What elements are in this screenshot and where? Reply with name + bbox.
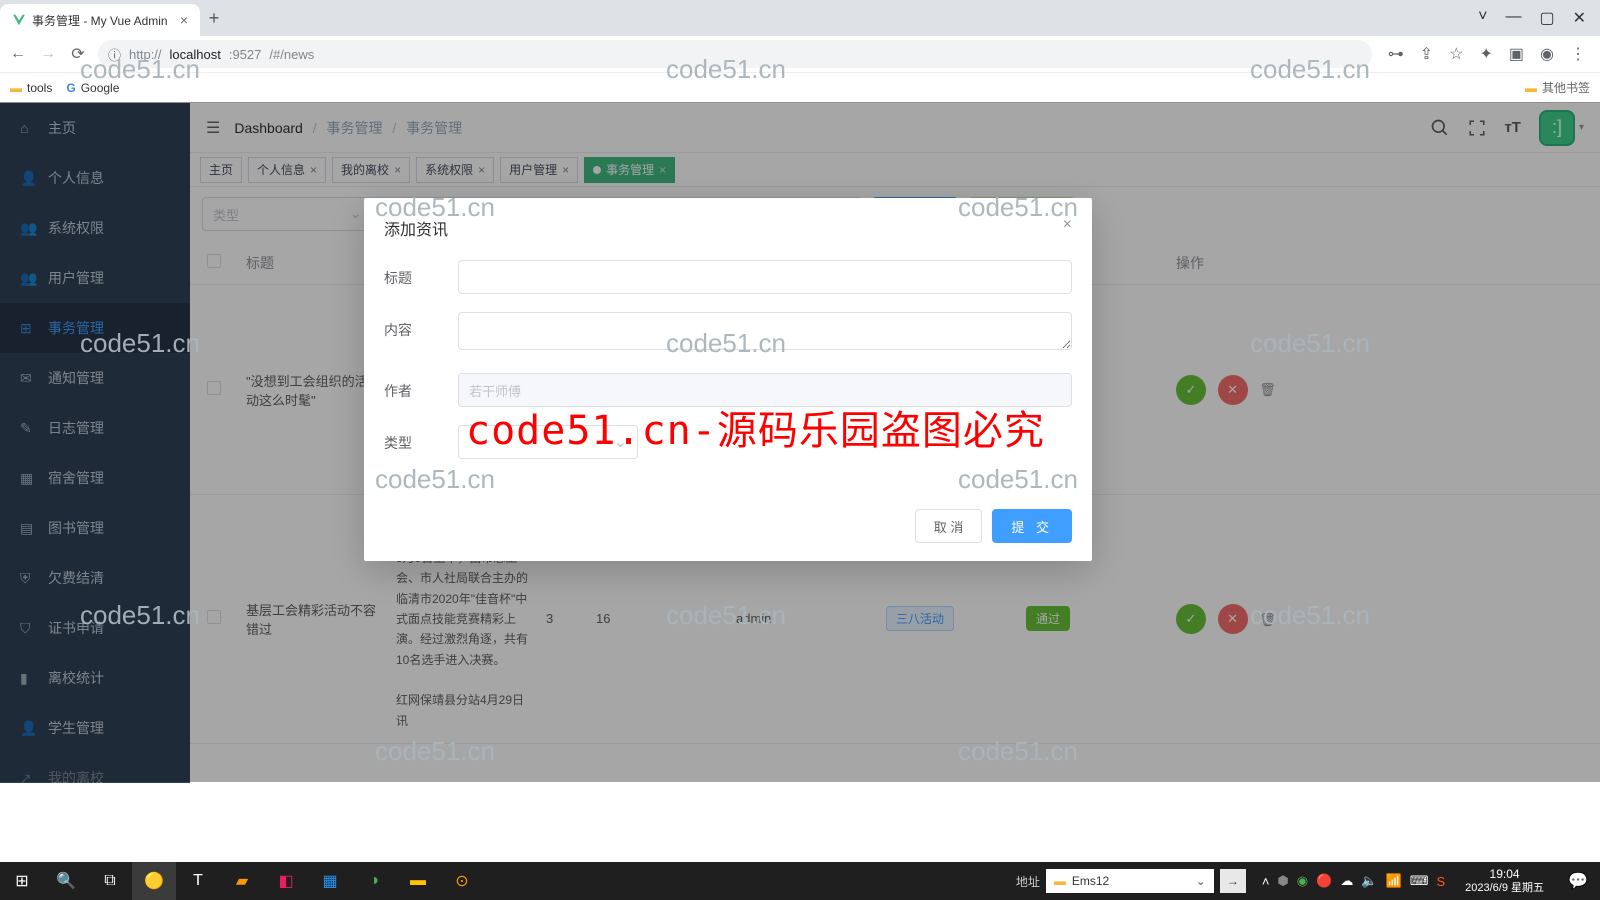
- folder-icon: ▬: [10, 81, 22, 95]
- calendar-icon[interactable]: ▦: [308, 862, 352, 900]
- addr-label: 地址: [1016, 873, 1040, 890]
- start-button[interactable]: ⊞: [0, 862, 44, 900]
- search-taskbar-icon[interactable]: 🔍: [44, 862, 88, 900]
- google-icon: G: [66, 81, 75, 95]
- menu-icon[interactable]: ⋮: [1570, 44, 1586, 64]
- folder-icon: ▬: [1525, 81, 1537, 95]
- share-icon[interactable]: ⇪: [1420, 44, 1433, 64]
- ime-icon[interactable]: ⌨: [1410, 873, 1429, 889]
- go-button[interactable]: →: [1220, 869, 1246, 893]
- reload-icon[interactable]: ⟳: [68, 44, 88, 64]
- profile-icon[interactable]: ◉: [1540, 44, 1554, 64]
- volume-icon[interactable]: 🔈: [1361, 873, 1377, 889]
- extensions-icon[interactable]: ✦: [1480, 44, 1493, 64]
- close-window-icon[interactable]: ✕: [1573, 8, 1586, 28]
- wifi-icon[interactable]: 📶: [1386, 873, 1402, 889]
- app-icon[interactable]: T: [176, 862, 220, 900]
- minimize-icon[interactable]: —: [1505, 8, 1521, 28]
- tray-icon[interactable]: 🔴: [1316, 873, 1332, 889]
- taskbar-address-input[interactable]: ▬Ems12 ⌄: [1046, 869, 1214, 893]
- type-select[interactable]: ⌄: [458, 425, 638, 459]
- label-title: 标题: [384, 260, 458, 288]
- chevron-down-icon[interactable]: ˅: [1478, 8, 1487, 28]
- tray-icon[interactable]: ☁: [1340, 873, 1353, 889]
- tab-close-icon[interactable]: ×: [180, 12, 188, 28]
- explorer-icon[interactable]: ▬: [396, 862, 440, 900]
- chrome-icon[interactable]: 🟡: [132, 862, 176, 900]
- system-tray[interactable]: ˄ ⬢ ◉ 🔴 ☁ 🔈 📶 ⌨ S: [1254, 873, 1453, 889]
- modal-title: 添加资讯: [384, 216, 448, 240]
- chevron-down-icon: ⌄: [614, 432, 627, 452]
- url-host: localhost: [170, 47, 221, 62]
- tray-icon[interactable]: ◉: [1297, 873, 1308, 889]
- modal-close-icon[interactable]: ×: [1063, 216, 1072, 240]
- app2-icon[interactable]: ⊙: [440, 862, 484, 900]
- windows-taskbar: ⊞ 🔍 ⧉ 🟡 T ▰ ◧ ▦ ◑ ▬ ⊙ 地址 ▬Ems12 ⌄ → ˄ ⬢ …: [0, 862, 1600, 900]
- back-icon[interactable]: ←: [8, 45, 28, 63]
- taskview-icon[interactable]: ⧉: [88, 862, 132, 900]
- notifications-icon[interactable]: 💬: [1556, 862, 1600, 900]
- add-news-modal: 添加资讯 × 标题 内容 作者 类型 ⌄ 取 消 提 交: [364, 198, 1092, 561]
- address-bar[interactable]: ⓘ http:// localhost :9527 /#/news: [98, 40, 1372, 68]
- label-type: 类型: [384, 425, 458, 453]
- cancel-button[interactable]: 取 消: [915, 509, 983, 543]
- label-content: 内容: [384, 312, 458, 340]
- bookmark-tools[interactable]: ▬ tools: [10, 81, 52, 95]
- sidepanel-icon[interactable]: ▣: [1509, 44, 1524, 64]
- key-icon[interactable]: ⊶: [1388, 44, 1404, 64]
- new-tab-button[interactable]: +: [200, 8, 228, 29]
- browser-tab[interactable]: 事务管理 - My Vue Admin ×: [0, 4, 200, 36]
- taskbar-clock[interactable]: 19:04 2023/6/9 星期五: [1455, 867, 1554, 895]
- title-input[interactable]: [458, 260, 1072, 294]
- tab-title: 事务管理 - My Vue Admin: [32, 12, 168, 29]
- maximize-icon[interactable]: ▢: [1539, 8, 1554, 28]
- star-icon[interactable]: ☆: [1449, 44, 1463, 64]
- folder-icon: ▬: [1054, 874, 1066, 888]
- author-input: [458, 373, 1072, 407]
- bookmark-google[interactable]: G Google: [66, 81, 119, 95]
- submit-button[interactable]: 提 交: [992, 509, 1072, 543]
- info-icon: ⓘ: [108, 45, 121, 64]
- wechat-icon[interactable]: ◑: [352, 862, 396, 900]
- tray-icon[interactable]: ⬢: [1277, 873, 1288, 889]
- content-textarea[interactable]: [458, 312, 1072, 350]
- intellij-icon[interactable]: ◧: [264, 862, 308, 900]
- chevron-up-icon[interactable]: ˄: [1262, 874, 1270, 889]
- tray-icon[interactable]: S: [1436, 874, 1445, 889]
- browser-tabbar: 事务管理 - My Vue Admin × + ˅ — ▢ ✕: [0, 0, 1600, 36]
- vue-favicon-icon: [12, 13, 26, 27]
- sublime-icon[interactable]: ▰: [220, 862, 264, 900]
- url-scheme: http://: [129, 47, 162, 62]
- url-path: /#/news: [269, 47, 314, 62]
- chevron-down-icon: ⌄: [1196, 874, 1206, 888]
- url-port: :9527: [229, 47, 262, 62]
- bookmark-other[interactable]: ▬ 其他书签: [1525, 79, 1590, 96]
- forward-icon[interactable]: →: [38, 45, 58, 63]
- label-author: 作者: [384, 373, 458, 401]
